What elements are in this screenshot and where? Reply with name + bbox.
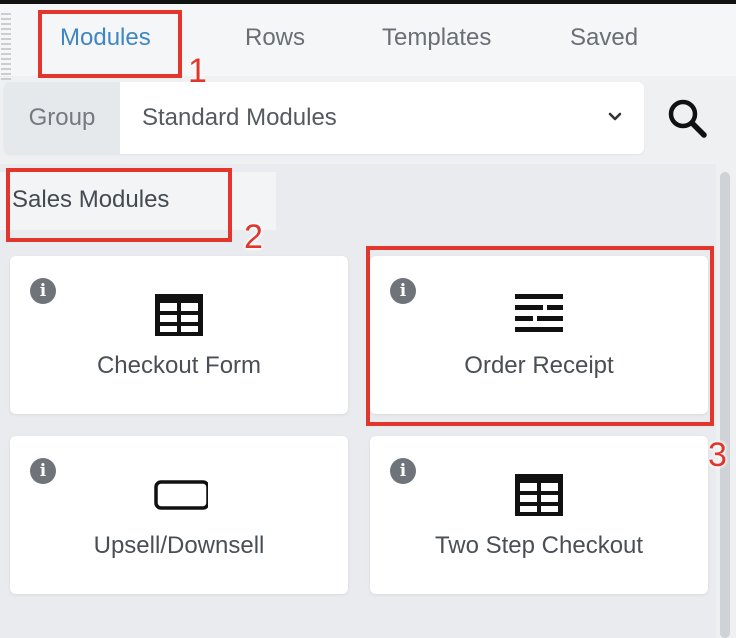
scrollbar[interactable] bbox=[720, 172, 730, 638]
module-card-two-step-checkout[interactable]: i Two Step Checkout bbox=[370, 436, 708, 594]
annotation-box-3 bbox=[366, 246, 714, 426]
tab-templates[interactable]: Templates bbox=[382, 24, 491, 52]
group-selector: Group Standard Modules bbox=[4, 82, 644, 154]
module-card-upsell-downsell[interactable]: i Upsell/Downsell bbox=[10, 436, 348, 594]
tab-rows[interactable]: Rows bbox=[245, 24, 305, 52]
module-label: Upsell/Downsell bbox=[93, 532, 265, 559]
annotation-number-1: 1 bbox=[188, 52, 207, 90]
annotation-box-2 bbox=[6, 168, 232, 242]
module-label: Two Step Checkout bbox=[434, 532, 644, 559]
annotation-number-3: 3 bbox=[708, 436, 727, 474]
info-icon[interactable]: i bbox=[390, 458, 416, 484]
module-panel: Modules Rows Templates Saved Group Stand… bbox=[0, 0, 736, 638]
tab-saved[interactable]: Saved bbox=[570, 24, 638, 52]
chevron-down-icon bbox=[608, 112, 622, 121]
annotation-box-1 bbox=[38, 10, 182, 78]
annotation-number-2: 2 bbox=[244, 218, 263, 256]
module-card-checkout-form[interactable]: i Checkout Form bbox=[10, 256, 348, 414]
module-label: Checkout Form bbox=[96, 352, 262, 379]
table-icon bbox=[155, 294, 203, 336]
group-dropdown[interactable]: Standard Modules bbox=[120, 82, 644, 154]
button-outline-icon bbox=[154, 480, 208, 510]
drag-handle[interactable] bbox=[0, 10, 14, 80]
info-icon[interactable]: i bbox=[30, 278, 56, 304]
group-label: Group bbox=[4, 82, 120, 154]
info-icon[interactable]: i bbox=[30, 458, 56, 484]
search-icon[interactable] bbox=[664, 95, 710, 141]
group-selected-value: Standard Modules bbox=[142, 104, 337, 131]
table-icon bbox=[515, 474, 563, 516]
